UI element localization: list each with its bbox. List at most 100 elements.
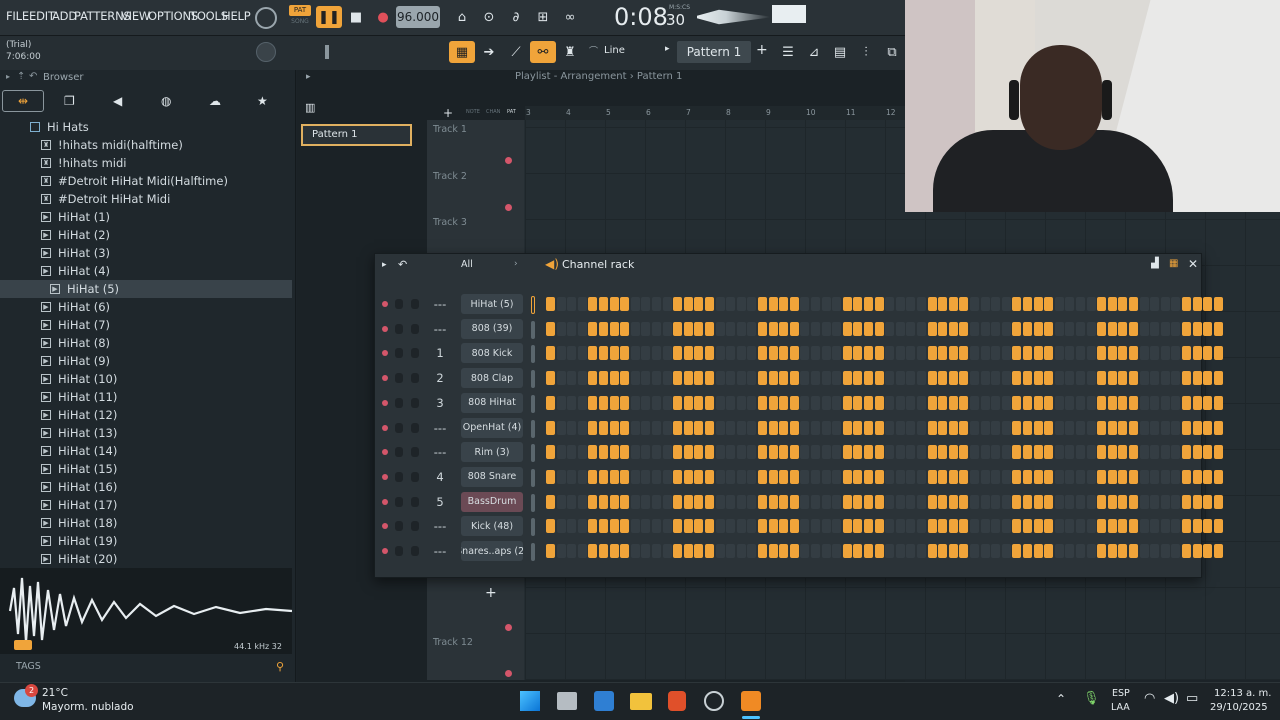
step-button[interactable]: [652, 346, 661, 361]
song-mode-button[interactable]: SONG: [289, 18, 311, 28]
battery-icon[interactable]: ▭: [1186, 691, 1198, 706]
step-button[interactable]: [620, 519, 630, 534]
menu-view[interactable]: VIEW: [121, 9, 150, 23]
step-button[interactable]: [980, 469, 990, 484]
channel-name-button[interactable]: 808 Snare: [461, 466, 523, 487]
step-button[interactable]: [842, 346, 852, 361]
step-button[interactable]: [673, 346, 683, 361]
step-button[interactable]: [588, 371, 598, 386]
step-button[interactable]: [906, 297, 916, 311]
step-button[interactable]: [609, 445, 619, 460]
step-button[interactable]: [609, 494, 619, 509]
step-button[interactable]: [885, 420, 895, 435]
step-button[interactable]: [1192, 519, 1202, 534]
step-button[interactable]: [1160, 371, 1170, 386]
step-button[interactable]: [673, 445, 683, 460]
step-button[interactable]: [789, 346, 799, 361]
step-button[interactable]: [970, 371, 979, 386]
channel-pan-knob[interactable]: [395, 373, 403, 384]
step-button[interactable]: [895, 519, 905, 534]
channel-pan-knob[interactable]: [395, 447, 403, 458]
add-channel-button[interactable]: +: [485, 585, 497, 601]
channel-mute-led[interactable]: [382, 498, 388, 505]
step-button[interactable]: [938, 519, 948, 534]
channel-name-button[interactable]: 808 Clap: [461, 368, 523, 389]
step-button[interactable]: [641, 321, 651, 336]
mixer-button[interactable]: ⫶: [853, 41, 879, 63]
channel-select-indicator[interactable]: [531, 444, 535, 463]
step-button[interactable]: [1001, 297, 1011, 311]
step-button[interactable]: [1203, 371, 1213, 386]
step-button[interactable]: [1192, 297, 1202, 311]
channel-name-button[interactable]: BassDrum: [461, 491, 523, 512]
step-button[interactable]: [662, 346, 672, 361]
channel-pan-knob[interactable]: [395, 422, 403, 433]
browser-sample-item[interactable]: ▶ HiHat (6): [0, 298, 292, 316]
step-button[interactable]: [567, 297, 577, 311]
step-button[interactable]: [662, 544, 672, 558]
step-button[interactable]: [1139, 321, 1149, 336]
step-button[interactable]: [588, 395, 598, 410]
step-button[interactable]: [959, 420, 969, 435]
step-button[interactable]: [1023, 297, 1032, 311]
step-button[interactable]: [1044, 297, 1054, 311]
task-view-icon[interactable]: [557, 692, 577, 710]
step-button[interactable]: [1192, 544, 1202, 558]
step-button[interactable]: [895, 469, 905, 484]
files-tab-icon[interactable]: ❐: [64, 94, 75, 108]
step-button[interactable]: [917, 544, 926, 558]
step-button[interactable]: [1012, 346, 1022, 361]
step-button[interactable]: [683, 297, 693, 311]
browser-midi-item[interactable]: ♜ #Detroit HiHat Midi(Halftime): [0, 172, 292, 190]
step-button[interactable]: [1033, 346, 1043, 361]
step-button[interactable]: [1033, 371, 1043, 386]
step-button[interactable]: [789, 544, 799, 558]
step-button[interactable]: [906, 544, 916, 558]
step-button[interactable]: [715, 494, 725, 509]
start-icon[interactable]: [520, 691, 540, 711]
step-button[interactable]: [758, 395, 767, 410]
step-button[interactable]: [1107, 445, 1117, 460]
step-button[interactable]: [842, 297, 852, 311]
step-button[interactable]: [683, 321, 693, 336]
step-button[interactable]: [768, 346, 778, 361]
step-button[interactable]: [800, 469, 810, 484]
step-button[interactable]: [1107, 469, 1117, 484]
step-button[interactable]: [938, 395, 948, 410]
channel-pan-knob[interactable]: [395, 397, 403, 408]
step-button[interactable]: [842, 420, 852, 435]
step-button[interactable]: [747, 544, 757, 558]
step-button[interactable]: [673, 420, 683, 435]
step-button[interactable]: [1213, 519, 1223, 534]
step-button[interactable]: [694, 445, 704, 460]
step-button[interactable]: [1033, 395, 1043, 410]
step-button[interactable]: [577, 346, 587, 361]
step-button[interactable]: [609, 519, 619, 534]
browser-sample-item[interactable]: ▶ HiHat (3): [0, 244, 292, 262]
step-button[interactable]: [768, 420, 778, 435]
step-button[interactable]: [620, 395, 630, 410]
step-button[interactable]: [652, 519, 661, 534]
step-button[interactable]: [641, 371, 651, 386]
step-button[interactable]: [927, 519, 937, 534]
step-button[interactable]: [567, 321, 577, 336]
step-button[interactable]: [641, 395, 651, 410]
step-button[interactable]: [1129, 469, 1138, 484]
close-icon[interactable]: ✕: [1188, 257, 1198, 271]
step-button[interactable]: [1012, 494, 1022, 509]
step-button[interactable]: [652, 297, 661, 311]
step-button[interactable]: [1182, 420, 1191, 435]
step-button[interactable]: [599, 445, 608, 460]
snap-magnet-button[interactable]: ⚯: [530, 41, 556, 63]
step-button[interactable]: [864, 297, 873, 311]
piano-keys-button[interactable]: ▦: [449, 41, 475, 63]
step-button[interactable]: [1076, 544, 1085, 558]
step-button[interactable]: [1118, 544, 1128, 558]
step-button[interactable]: [1023, 544, 1032, 558]
step-button[interactable]: [779, 519, 789, 534]
step-button[interactable]: [609, 371, 619, 386]
step-button[interactable]: [1086, 297, 1096, 311]
step-button[interactable]: [577, 395, 587, 410]
step-button[interactable]: [874, 346, 884, 361]
step-button[interactable]: [747, 321, 757, 336]
